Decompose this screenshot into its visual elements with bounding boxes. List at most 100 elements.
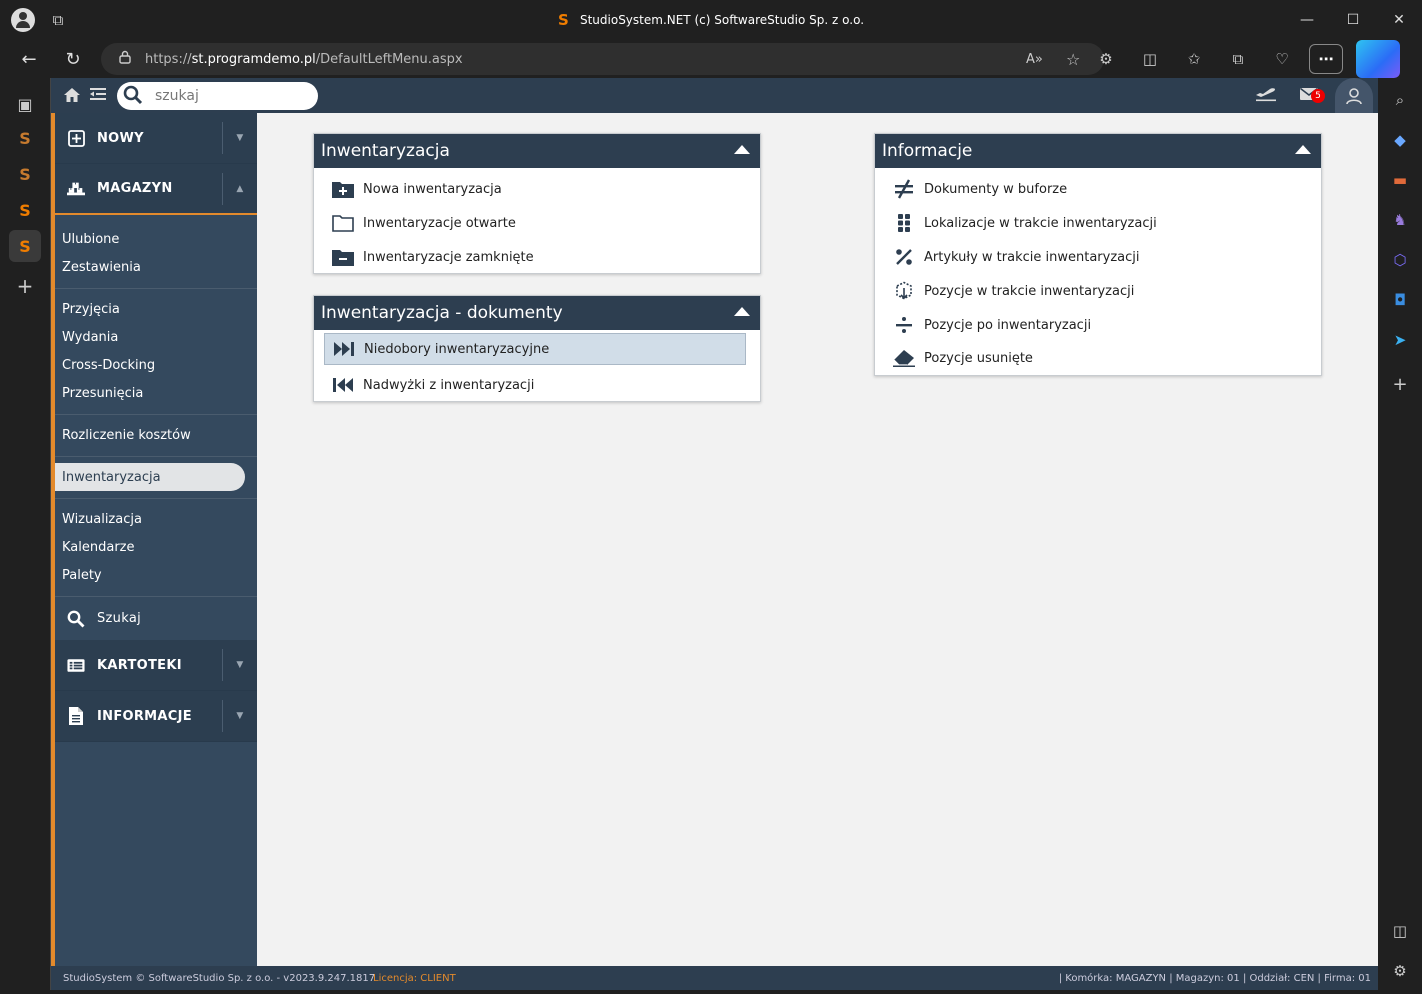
- collapse-up-icon[interactable]: [734, 307, 750, 316]
- menu-section-new-label: NOWY: [97, 130, 144, 146]
- home-icon[interactable]: [63, 87, 81, 103]
- panel-inventory-header: Inwentaryzacja: [314, 134, 760, 168]
- menu-item-search[interactable]: Szukaj: [55, 597, 257, 640]
- link-closed-inventories[interactable]: Inwentaryzacje zamknięte: [324, 241, 746, 273]
- tab-studiosystem-active[interactable]: S: [9, 230, 41, 262]
- fast-forward-icon: [333, 339, 355, 359]
- menu-section-new[interactable]: NOWY ▼: [55, 113, 257, 164]
- new-tab-icon[interactable]: +: [9, 270, 41, 302]
- menu-section-cards-label: KARTOTEKI: [97, 657, 182, 673]
- close-button[interactable]: ✕: [1376, 0, 1422, 40]
- favorites-icon[interactable]: ✩: [1172, 40, 1216, 78]
- profile-icon[interactable]: [11, 8, 35, 32]
- menu-section-warehouse-label: MAGAZYN: [97, 181, 173, 196]
- menu-divider: [55, 414, 257, 415]
- menu-section-warehouse[interactable]: MAGAZYN ▲: [55, 164, 257, 215]
- menu-item-cost-settlement[interactable]: Rozliczenie kosztów: [55, 421, 257, 449]
- link-label: Pozycje w trakcie inwentaryzacji: [924, 283, 1135, 299]
- maximize-button[interactable]: ☐: [1330, 0, 1376, 40]
- menu-divider: [55, 498, 257, 499]
- panel-documents-header: Inwentaryzacja - dokumenty: [314, 296, 760, 330]
- browser-toolbar: ← ↻ https:// st.programdemo.pl /DefaultL…: [0, 40, 1422, 78]
- warehouse-icon: [67, 180, 85, 198]
- fast-backward-icon: [332, 375, 354, 395]
- collapse-up-icon[interactable]: [734, 145, 750, 154]
- link-label: Artykuły w trakcie inwentaryzacji: [924, 249, 1140, 265]
- user-icon: [1346, 87, 1362, 104]
- mail-count-badge: 5: [1311, 88, 1325, 103]
- tab-studiosystem-2[interactable]: S: [9, 158, 41, 190]
- back-button[interactable]: ←: [11, 41, 47, 77]
- not-equal-icon: [893, 179, 915, 199]
- window-title-text: StudioSystem.NET (c) SoftwareStudio Sp. …: [579, 13, 865, 27]
- collections-icon[interactable]: ⧉: [1216, 40, 1260, 78]
- menu-item-calendars[interactable]: Kalendarze: [55, 533, 257, 561]
- sidebar-settings-icon[interactable]: ⚙: [1390, 961, 1410, 981]
- airplane-icon[interactable]: [1253, 86, 1279, 106]
- split-screen-icon[interactable]: ◫: [1128, 40, 1172, 78]
- extensions-icon[interactable]: ⚙: [1084, 40, 1128, 78]
- link-documents-in-buffer[interactable]: Dokumenty w buforze: [885, 173, 1307, 205]
- footer-copyright: StudioSystem © SoftwareStudio Sp. z o.o.…: [63, 972, 376, 984]
- link-label: Pozycje usunięte: [924, 350, 1033, 366]
- sidebar-hide-icon[interactable]: ◫: [1390, 921, 1410, 941]
- link-positions-after-inventory[interactable]: Pozycje po inwentaryzacji: [885, 309, 1307, 341]
- menu-item-reports[interactable]: Zestawienia: [55, 253, 257, 281]
- chevron-up-icon[interactable]: ▲: [222, 173, 257, 205]
- chevron-down-icon[interactable]: ▼: [222, 122, 257, 154]
- percent-icon: [893, 247, 915, 267]
- menu-item-pallets[interactable]: Palety: [55, 561, 257, 589]
- chevron-down-icon[interactable]: ▼: [222, 700, 257, 732]
- refresh-button[interactable]: ↻: [55, 41, 91, 77]
- browser-essentials-icon[interactable]: ♡: [1260, 40, 1304, 78]
- search-input[interactable]: [155, 85, 310, 107]
- link-deleted-positions[interactable]: Pozycje usunięte: [885, 342, 1307, 374]
- folder-plus-icon: [332, 179, 354, 199]
- user-account-button[interactable]: [1335, 78, 1373, 113]
- sidebar-shopping-icon[interactable]: ◆: [1390, 130, 1410, 150]
- menu-toggle-icon[interactable]: [90, 87, 108, 103]
- menu-item-inventory[interactable]: Inwentaryzacja: [55, 463, 245, 491]
- menu-section-cards[interactable]: KARTOTEKI ▼: [55, 640, 257, 691]
- sidebar-add-icon[interactable]: +: [1390, 374, 1410, 395]
- link-positions-in-inventory[interactable]: Pozycje w trakcie inwentaryzacji: [885, 275, 1307, 307]
- link-new-inventory[interactable]: Nowa inwentaryzacja: [324, 173, 746, 205]
- workspaces-icon[interactable]: ⧉: [49, 11, 67, 29]
- menu-item-cross-docking[interactable]: Cross-Docking: [55, 351, 257, 379]
- menu-item-receipts[interactable]: Przyjęcia: [55, 295, 257, 323]
- copilot-icon[interactable]: [1356, 40, 1400, 78]
- collapse-up-icon[interactable]: [1295, 145, 1311, 154]
- footer-context-info: | Komórka: MAGAZYN | Magazyn: 01 | Oddzi…: [1058, 972, 1371, 984]
- read-aloud-icon[interactable]: A»: [1026, 52, 1052, 67]
- link-inventory-shortages[interactable]: Niedobory inwentaryzacyjne: [324, 333, 746, 365]
- url-host: st.programdemo.pl: [191, 51, 316, 67]
- link-articles-in-inventory[interactable]: Artykuły w trakcie inwentaryzacji: [885, 241, 1307, 273]
- menu-item-visualization[interactable]: Wizualizacja: [55, 505, 257, 533]
- chevron-down-icon[interactable]: ▼: [222, 649, 257, 681]
- sidebar-tools-icon[interactable]: ▬: [1390, 170, 1410, 190]
- sidebar-m365-icon[interactable]: ⬡: [1390, 250, 1410, 270]
- address-bar[interactable]: https:// st.programdemo.pl /DefaultLeftM…: [101, 43, 1104, 75]
- sidebar-search-icon[interactable]: ⌕: [1390, 90, 1410, 110]
- mail-icon[interactable]: 5: [1297, 86, 1325, 106]
- menu-item-transfers[interactable]: Przesunięcia: [55, 379, 257, 407]
- tab-studiosystem-3[interactable]: S: [9, 194, 41, 226]
- link-open-inventories[interactable]: Inwentaryzacje otwarte: [324, 207, 746, 239]
- link-inventory-surpluses[interactable]: Nadwyżki z inwentaryzacji: [324, 369, 746, 401]
- more-menu-button[interactable]: ⋯: [1309, 44, 1343, 74]
- sidebar-games-icon[interactable]: ♞: [1390, 210, 1410, 230]
- menu-item-favorites[interactable]: Ulubione: [55, 225, 257, 253]
- panel-inventory-documents: Inwentaryzacja - dokumenty Niedobory inw…: [313, 295, 761, 402]
- sidebar-outlook-icon[interactable]: ◘: [1390, 290, 1410, 310]
- link-label: Lokalizacje w trakcie inwentaryzacji: [924, 215, 1157, 231]
- link-locations-in-inventory[interactable]: Lokalizacje w trakcie inwentaryzacji: [885, 207, 1307, 239]
- search-box: [117, 82, 318, 110]
- menu-item-issues[interactable]: Wydania: [55, 323, 257, 351]
- sidebar-drop-icon[interactable]: ➤: [1390, 330, 1410, 350]
- tab-studiosystem-1[interactable]: S: [9, 122, 41, 154]
- url-scheme: https://: [145, 51, 192, 67]
- tab-actions-icon[interactable]: ▣: [9, 88, 41, 120]
- panel-inventory: Inwentaryzacja Nowa inwentaryzacja Inwen…: [313, 133, 761, 274]
- menu-section-info[interactable]: INFORMACJE ▼: [55, 691, 257, 742]
- minimize-button[interactable]: —: [1284, 0, 1330, 40]
